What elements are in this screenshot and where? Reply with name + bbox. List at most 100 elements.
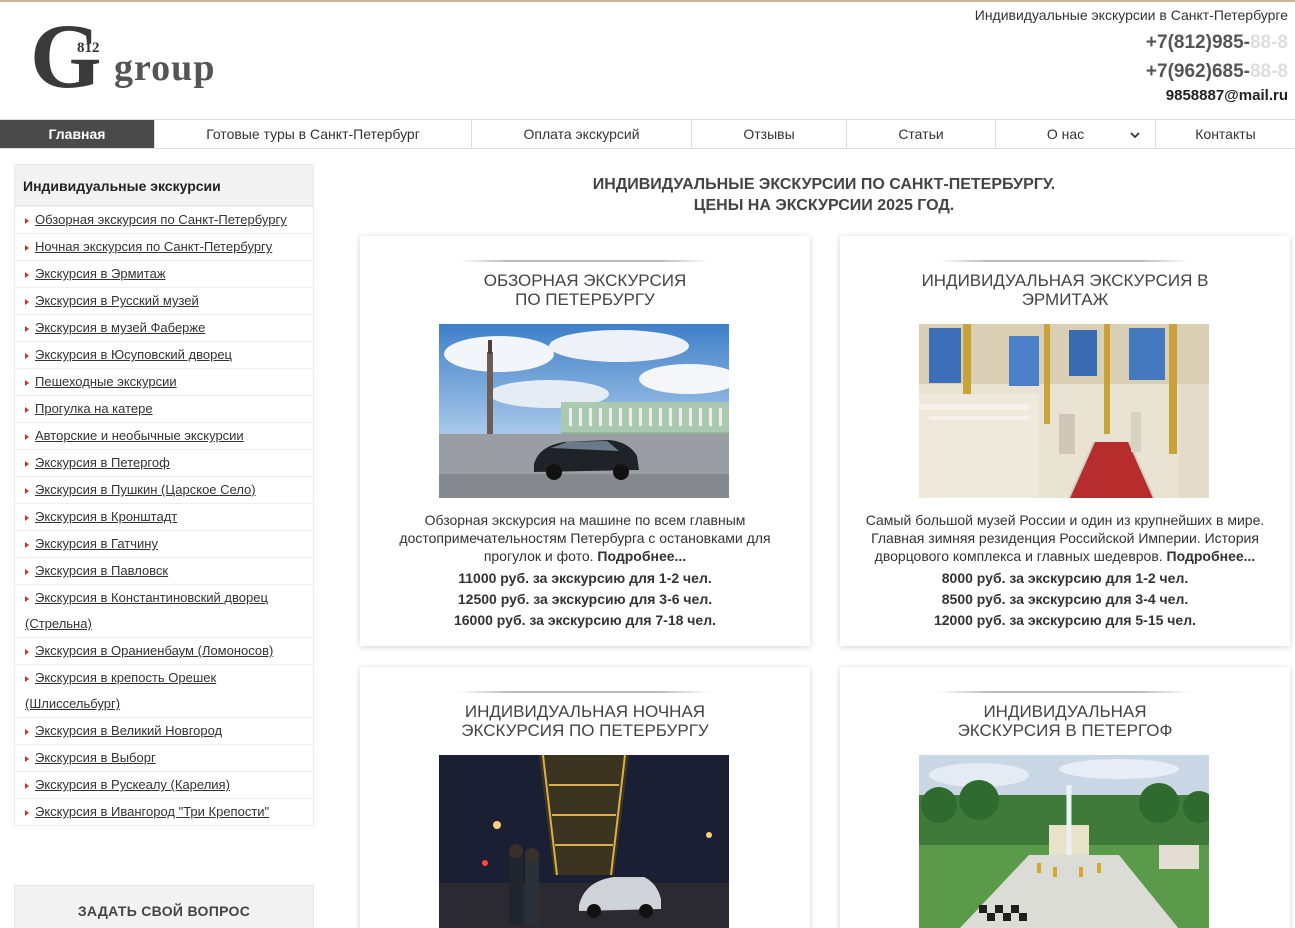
card-divider [938,691,1190,693]
bullet-icon [25,569,29,575]
bullet-icon [25,326,29,332]
bullet-icon [25,756,29,762]
card-divider [938,260,1190,262]
card-title-line-1: Обзорная экскурсия [483,271,687,290]
card-title[interactable]: Индивидуальная экскурсия в Петергоф [860,702,1270,740]
nav-item-contacts[interactable]: Контакты [1156,120,1295,148]
sidebar-item[interactable]: Экскурсия в Гатчину [15,530,313,557]
card-divider [458,260,710,262]
price-line: 11000 руб. за экскурсию для 1-2 чел. [458,570,712,586]
bullet-icon [25,783,29,789]
sidebar-item[interactable]: Экскурсия в музей Фаберже [15,314,313,341]
more-link[interactable]: Подробнее... [1167,548,1256,564]
sidebar-link[interactable]: Экскурсия в Гатчину [35,536,158,551]
nav-item-tours[interactable]: Готовые туры в Санкт-Петербург [155,120,472,148]
card-title-line-2: по Петербургу [515,290,655,309]
card-photo-night-bridge[interactable] [439,755,729,928]
sidebar-link[interactable]: Экскурсия в Эрмитаж [35,266,166,281]
sidebar-link[interactable]: Экскурсия в Петергоф [35,455,170,470]
sidebar-link[interactable]: Экскурсия в Ораниенбаум (Ломоносов) [35,643,273,658]
sidebar-link[interactable]: Ночная экскурсия по Санкт-Петербургу [35,239,272,254]
sidebar-link-cont[interactable]: (Шлиссельбург) [25,696,120,711]
email-link[interactable]: 9858887@mail.ru [975,87,1288,104]
nav-item-reviews[interactable]: Отзывы [692,120,847,148]
sidebar-link[interactable]: Пешеходные экскурсии [35,374,177,389]
sidebar-link-cont[interactable]: (Стрельна) [25,616,92,631]
header-contacts: Индивидуальные экскурсии в Санкт-Петербу… [975,7,1288,104]
phone-link-1[interactable]: +7(812)985-88-8 [975,29,1288,58]
nav-item-about[interactable]: О нас [996,120,1156,148]
card-desc-text: Обзорная экскурсия на машине по всем гла… [399,512,771,564]
bullet-icon [25,461,29,467]
phone-link-2[interactable]: +7(962)685-88-8 [975,58,1288,87]
sidebar-link[interactable]: Экскурсия в Павловск [35,563,168,578]
sidebar-item[interactable]: Экскурсия в Кронштадт [15,503,313,530]
card-photo-peterhof[interactable] [919,755,1209,928]
sidebar-item[interactable]: Экскурсия в крепость Орешек (Шлиссельбург… [15,664,313,717]
tour-card-overview[interactable]: Обзорная экскурсия по Петербургу [360,236,810,646]
card-title-line-2: Эрмитаж [1021,290,1109,309]
tour-card-night[interactable]: Индивидуальная ночная экскурсия по Петер… [360,667,810,928]
sidebar-item[interactable]: Авторские и необычные экскурсии [15,422,313,449]
sidebar-link[interactable]: Экскурсия в Пушкин (Царское Село) [35,482,256,497]
card-title[interactable]: Индивидуальная ночная экскурсия по Петер… [380,702,790,740]
sidebar-item[interactable]: Экскурсия в Ораниенбаум (Ломоносов) [15,637,313,664]
bullet-icon [25,596,29,602]
sidebar: Индивидуальные экскурсии Обзорная экскур… [14,164,314,826]
card-photo-hermitage-staircase[interactable] [919,324,1209,498]
sidebar-link[interactable]: Обзорная экскурсия по Санкт-Петербургу [35,212,287,227]
phone-2-main: +7(962)685- [1145,61,1250,82]
sidebar-item[interactable]: Экскурсия в Ивангород "Три Крепости" [15,798,313,825]
phone-1-main: +7(812)985- [1145,32,1250,53]
sidebar-item[interactable]: Экскурсия в Рускеалу (Карелия) [15,771,313,798]
nav-item-payment[interactable]: Оплата экскурсий [472,120,692,148]
sidebar-link[interactable]: Экскурсия в Константиновский дворец [25,590,268,605]
sidebar-link[interactable]: Экскурсия в Ивангород "Три Крепости" [35,804,269,819]
page-title-line-1: ИНДИВИДУАЛЬНЫЕ ЭКСКУРСИИ ПО САНКТ-ПЕТЕРБ… [592,176,1056,193]
bullet-icon [25,245,29,251]
bullet-icon [25,272,29,278]
card-title-line-2: экскурсия по Петербургу [461,721,709,740]
tour-card-hermitage[interactable]: Индивидуальная экскурсия в Эрмитаж Самый… [840,236,1290,646]
sidebar-item[interactable]: Обзорная экскурсия по Санкт-Петербургу [15,206,313,233]
sidebar-link[interactable]: Экскурсия в Юсуповский дворец [35,347,232,362]
bullet-icon [25,407,29,413]
nav-item-about-label: О нас [1046,126,1085,142]
sidebar-item[interactable]: Экскурсия в Выборг [15,744,313,771]
more-link[interactable]: Подробнее... [597,548,686,564]
chevron-down-icon [1129,120,1141,148]
nav-item-home[interactable]: Главная [0,120,155,148]
sidebar-item[interactable]: Экскурсия в Константиновский дворец (Стре… [15,584,313,637]
sidebar-link[interactable]: Экскурсия в Русский музей [35,293,199,308]
site-logo[interactable]: G 812 group [30,10,290,104]
sidebar-item[interactable]: Экскурсия в Юсуповский дворец [15,341,313,368]
sidebar-item[interactable]: Пешеходные экскурсии [15,368,313,395]
sidebar-link[interactable]: Экскурсия в Великий Новгород [35,723,222,738]
sidebar-link[interactable]: Экскурсия в музей Фаберже [35,320,205,335]
page-title: ИНДИВИДУАЛЬНЫЕ ЭКСКУРСИИ ПО САНКТ-ПЕТЕРБ… [360,174,1288,216]
sidebar-item[interactable]: Экскурсия в Русский музей [15,287,313,314]
sidebar-link[interactable]: Авторские и необычные экскурсии [35,428,244,443]
ask-question-button[interactable]: ЗАДАТЬ СВОЙ ВОПРОС [14,885,314,928]
tour-card-peterhof[interactable]: Индивидуальная экскурсия в Петергоф [840,667,1290,928]
sidebar-item[interactable]: Экскурсия в Петергоф [15,449,313,476]
top-accent-line [0,0,1295,2]
sidebar-link[interactable]: Экскурсия в крепость Орешек [25,670,216,685]
nav-item-articles[interactable]: Статьи [847,120,996,148]
sidebar-item[interactable]: Экскурсия в Пушкин (Царское Село) [15,476,313,503]
sidebar-item[interactable]: Экскурсия в Павловск [15,557,313,584]
sidebar-item[interactable]: Прогулка на катере [15,395,313,422]
phone-2-fade: 88-8 [1249,61,1288,82]
sidebar-item[interactable]: Экскурсия в Великий Новгород [15,717,313,744]
sidebar-item[interactable]: Ночная экскурсия по Санкт-Петербургу [15,233,313,260]
sidebar-item[interactable]: Экскурсия в Эрмитаж [15,260,313,287]
price-line: 8000 руб. за экскурсию для 1-2 чел. [941,570,1189,586]
sidebar-link[interactable]: Экскурсия в Рускеалу (Карелия) [35,777,230,792]
card-title-line-1: Индивидуальная [983,702,1147,721]
sidebar-link[interactable]: Экскурсия в Выборг [35,750,156,765]
card-photo-palace-square[interactable] [439,324,729,498]
sidebar-link[interactable]: Экскурсия в Кронштадт [35,509,177,524]
card-title[interactable]: Обзорная экскурсия по Петербургу [380,271,790,309]
sidebar-link[interactable]: Прогулка на катере [35,401,153,416]
card-title[interactable]: Индивидуальная экскурсия в Эрмитаж [860,271,1270,309]
